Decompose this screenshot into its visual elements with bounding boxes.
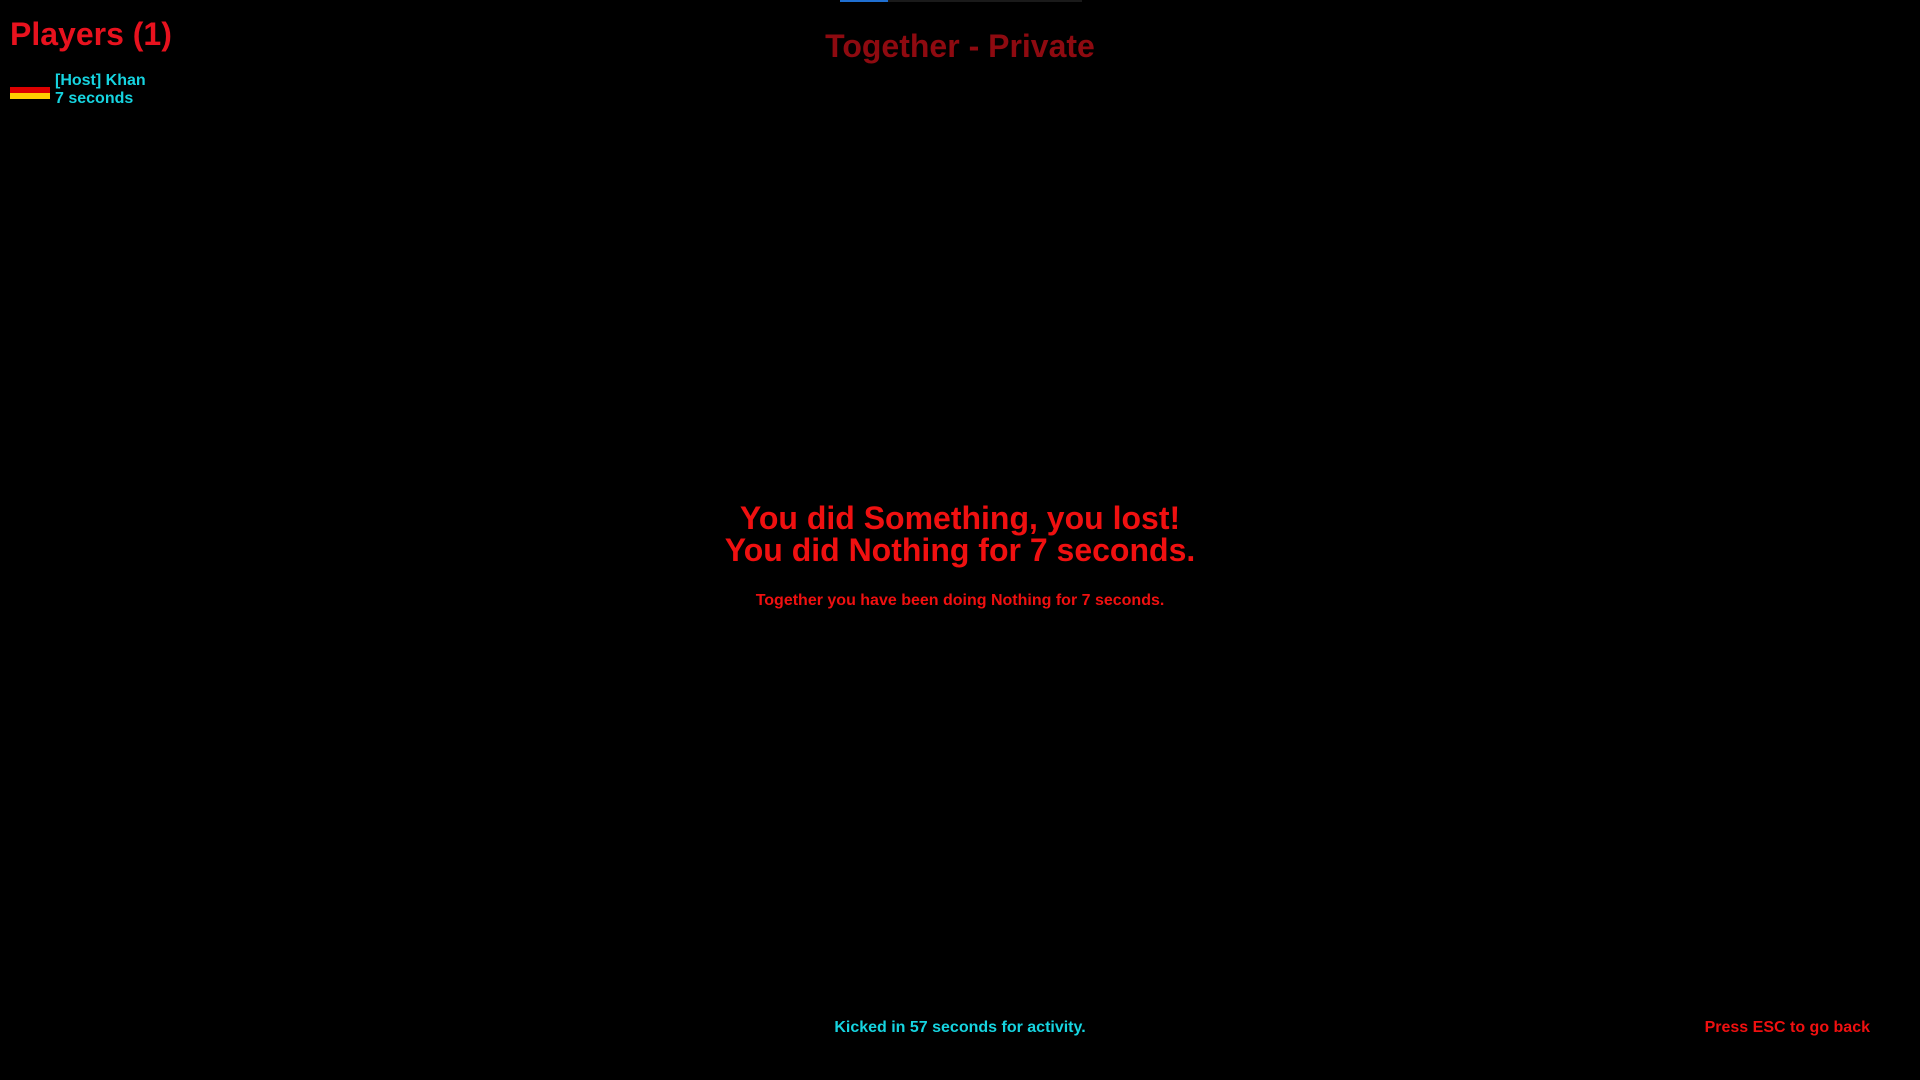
lobby-title: Together - Private xyxy=(825,28,1095,64)
result-line-1: You did Something, you lost! xyxy=(739,500,1181,536)
top-progress-fill xyxy=(840,0,889,2)
esc-back-hint[interactable]: Press ESC to go back xyxy=(1705,1019,1870,1037)
top-progress-bar xyxy=(840,0,1082,2)
player-info: [Host] Khan 7 seconds xyxy=(55,72,146,108)
germany-flag-icon xyxy=(10,81,50,99)
result-line-2: You did Nothing for 7 seconds. xyxy=(724,532,1196,568)
player-time: 7 seconds xyxy=(55,90,134,107)
game-screen: Players (1) [Host] Khan 7 seconds Togeth… xyxy=(0,0,1920,1080)
kick-timer-message: Kicked in 57 seconds for activity. xyxy=(834,1019,1086,1036)
result-message: You did Something, you lost! You did Not… xyxy=(0,502,1920,610)
together-message: Together you have been doing Nothing for… xyxy=(755,592,1165,609)
player-entry: [Host] Khan 7 seconds xyxy=(10,72,146,108)
player-name: [Host] Khan xyxy=(55,72,146,89)
